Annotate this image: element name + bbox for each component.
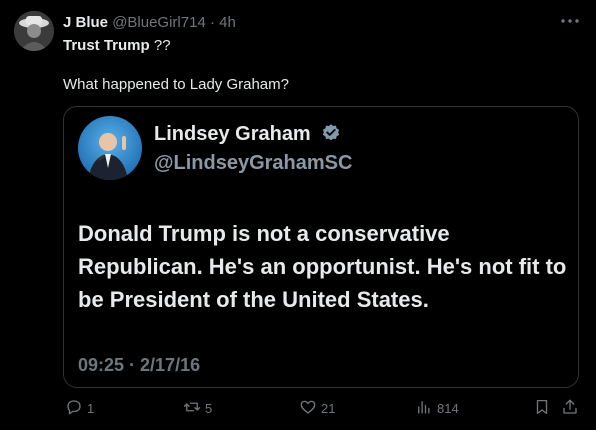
quoted-post-timestamp: 09:25 · 2/17/16 [78, 355, 201, 375]
post-time[interactable]: 4h [219, 14, 236, 31]
reply-button[interactable]: 1 [65, 398, 94, 419]
quoted-author-avatar [78, 116, 142, 180]
views-count: 814 [437, 401, 459, 416]
quoted-author-name: Lindsey Graham [154, 123, 341, 146]
bookmark-icon [533, 398, 551, 419]
header-separator: · [209, 14, 215, 31]
like-count: 21 [321, 401, 336, 416]
quoted-author-name-text: Lindsey Graham [154, 123, 311, 145]
share-button[interactable] [561, 398, 579, 419]
views-button[interactable]: 814 [415, 398, 459, 419]
quoted-author-handle: @LindseyGrahamSC [154, 152, 353, 174]
post-bold-text: Trust Trump [63, 37, 150, 54]
bookmark-button[interactable] [533, 398, 551, 419]
post-text-rest: ?? [149, 37, 171, 54]
author-name[interactable]: J Blue [63, 14, 108, 31]
repost-icon [183, 398, 201, 419]
post-text-line-1: Trust Trump ?? [63, 37, 171, 54]
repost-count: 5 [205, 401, 213, 416]
quoted-post-card[interactable]: Lindsey Graham @LindseyGrahamSC Donald T… [63, 106, 579, 388]
repost-button[interactable]: 5 [183, 398, 212, 419]
reply-icon [65, 398, 83, 419]
action-bar: 1 5 21 814 [63, 398, 583, 422]
verified-icon [321, 123, 341, 143]
quoted-post-text: Donald Trump is not a conservative Repub… [78, 221, 567, 312]
like-button[interactable]: 21 [299, 398, 335, 419]
author-handle[interactable]: @BlueGirl714 [112, 14, 206, 31]
author-avatar[interactable] [14, 11, 54, 51]
post-header: J Blue @BlueGirl714 · 4h [63, 14, 236, 31]
like-icon [299, 398, 317, 419]
share-icon [561, 398, 579, 419]
reply-count: 1 [87, 401, 95, 416]
views-icon [415, 398, 433, 419]
post-text-line-2: What happened to Lady Graham? [63, 76, 289, 93]
more-icon[interactable] [558, 12, 582, 30]
